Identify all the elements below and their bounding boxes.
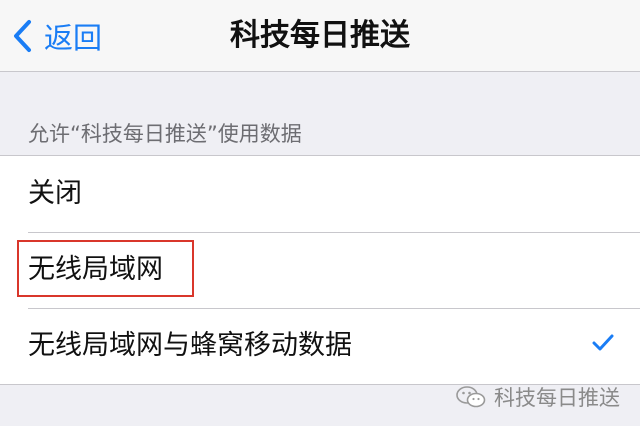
option-label: 无线局域网 xyxy=(28,254,163,285)
option-label: 关闭 xyxy=(28,178,82,209)
option-wlan-cellular[interactable]: 无线局域网与蜂窝移动数据 xyxy=(0,308,640,384)
option-off[interactable]: 关闭 xyxy=(0,156,640,232)
navigation-bar: 返回 科技每日推送 xyxy=(0,0,640,72)
watermark: 科技每日推送 xyxy=(456,382,620,412)
page-title: 科技每日推送 xyxy=(230,18,410,53)
wechat-icon xyxy=(456,386,486,408)
section-header: 允许“科技每日推送”使用数据 xyxy=(28,122,302,146)
checkmark-icon xyxy=(592,334,614,351)
options-list: 关闭 无线局域网 无线局域网与蜂窝移动数据 xyxy=(0,155,640,385)
watermark-text: 科技每日推送 xyxy=(494,386,620,410)
option-wlan[interactable]: 无线局域网 xyxy=(0,232,640,308)
option-label: 无线局域网与蜂窝移动数据 xyxy=(28,330,352,361)
